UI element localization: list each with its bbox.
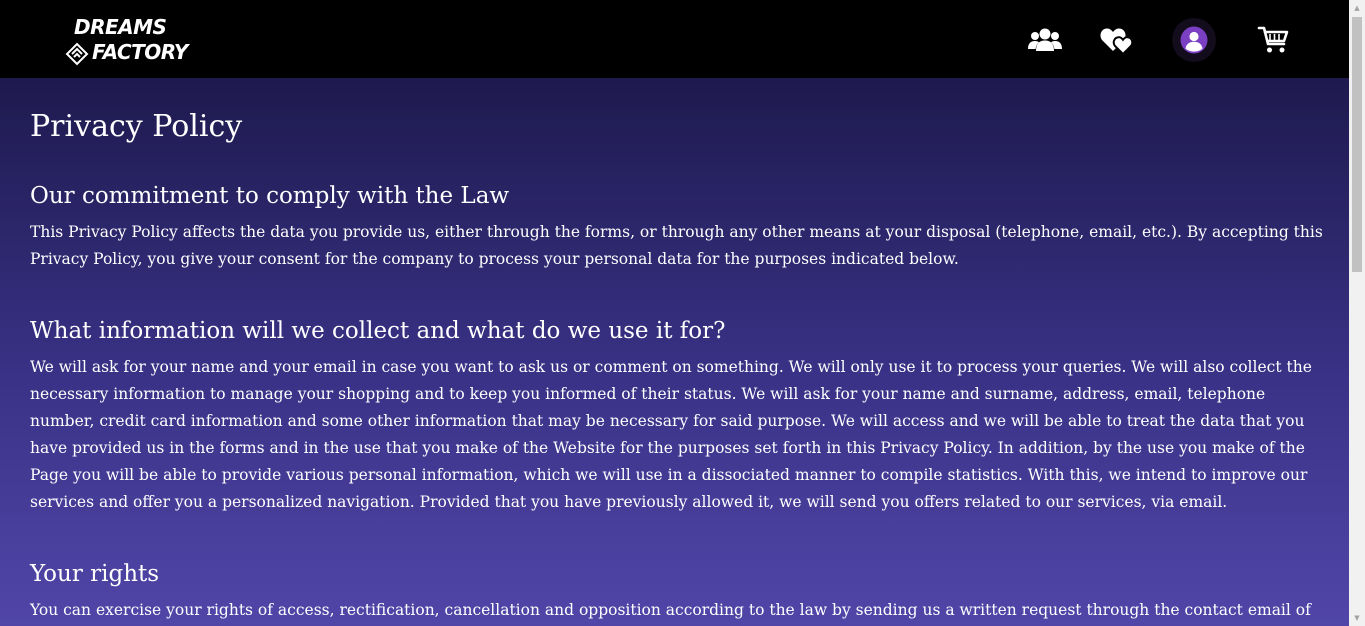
logo-text-dreams: DREAMS xyxy=(74,15,167,39)
privacy-policy-content: Privacy Policy Our commitment to comply … xyxy=(0,78,1349,626)
section-body-commitment: This Privacy Policy affects the data you… xyxy=(30,223,1323,268)
section-body-information-collected: We will ask for your name and your email… xyxy=(30,358,1312,511)
section-body-your-rights: You can exercise your rights of access, … xyxy=(30,601,1311,619)
scroll-down-arrow-icon[interactable]: ▼ xyxy=(1349,610,1365,626)
cart-button[interactable] xyxy=(1255,22,1291,58)
section-heading-your-rights: Your rights xyxy=(30,561,160,587)
account-avatar-icon xyxy=(1180,26,1208,54)
wishlist-hearts-icon xyxy=(1100,28,1134,55)
scrollbar-thumb[interactable] xyxy=(1352,17,1362,272)
vertical-scrollbar[interactable]: ▲ ▼ xyxy=(1349,0,1365,626)
wishlist-button[interactable] xyxy=(1099,22,1135,58)
section-heading-commitment: Our commitment to comply with the Law xyxy=(30,183,510,209)
users-button[interactable] xyxy=(1027,22,1063,58)
logo-mark-icon xyxy=(65,42,89,66)
site-header: DREAMS FACTORY xyxy=(0,0,1349,78)
account-button[interactable] xyxy=(1172,18,1216,62)
cart-icon xyxy=(1257,26,1289,53)
dreams-factory-logo[interactable]: DREAMS FACTORY xyxy=(62,16,192,68)
logo-text-factory: FACTORY xyxy=(92,40,188,64)
users-icon xyxy=(1028,28,1062,51)
section-heading-information-collected: What information will we collect and wha… xyxy=(30,318,726,344)
page-title: Privacy Policy xyxy=(30,109,243,144)
scroll-up-arrow-icon[interactable]: ▲ xyxy=(1349,0,1365,16)
